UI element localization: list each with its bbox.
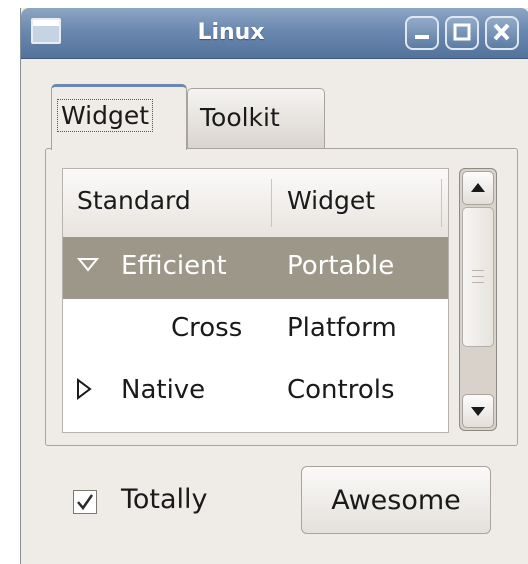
column-divider[interactable]	[271, 179, 272, 227]
thumb-grip	[472, 282, 484, 283]
column-header-widget[interactable]: Widget	[287, 186, 375, 215]
totally-checkbox[interactable]	[73, 490, 97, 514]
awesome-button[interactable]: Awesome	[301, 466, 491, 534]
thumb-grip	[472, 276, 484, 277]
checkbox-label[interactable]: Totally	[121, 484, 208, 515]
tab-toolkit-label: Toolkit	[200, 103, 280, 132]
tree-header: Standard Widget	[63, 169, 448, 238]
maximize-button[interactable]	[445, 16, 479, 50]
window-icon[interactable]	[31, 18, 61, 44]
window-title: Linux	[197, 20, 265, 45]
tab-toolkit[interactable]: Toolkit	[187, 88, 325, 148]
maximize-icon	[453, 23, 471, 41]
collapsed-arrow-icon[interactable]	[75, 377, 93, 401]
close-icon	[493, 23, 510, 41]
tree-cell-widget: Portable	[287, 251, 395, 281]
tree-cell-standard: Efficient	[121, 251, 227, 281]
scroll-down-button[interactable]	[462, 394, 494, 428]
tree-view[interactable]: Standard Widget Efficient Portable Cross…	[62, 168, 449, 433]
tree-cell-standard: Cross	[171, 313, 243, 343]
checkmark-icon	[77, 494, 94, 511]
expanded-arrow-icon[interactable]	[77, 257, 99, 273]
title-bar[interactable]: Linux	[21, 8, 528, 59]
tab-widget-label: Widget	[56, 99, 154, 132]
vertical-scrollbar[interactable]	[459, 168, 497, 431]
thumb-grip	[472, 270, 484, 271]
tree-cell-standard: Native	[121, 375, 206, 405]
column-header-standard[interactable]: Standard	[77, 186, 191, 215]
close-button[interactable]	[485, 16, 519, 50]
tree-row[interactable]: Efficient Portable	[63, 237, 448, 299]
tree-cell-widget: Controls	[287, 375, 395, 405]
minimize-button[interactable]	[405, 16, 439, 50]
scroll-thumb[interactable]	[462, 207, 494, 347]
arrow-down-icon	[471, 407, 485, 416]
tree-row[interactable]: Native Controls	[63, 361, 448, 423]
column-divider[interactable]	[441, 179, 442, 227]
minimize-icon	[415, 35, 429, 39]
scroll-up-button[interactable]	[462, 171, 494, 205]
tree-row[interactable]: Cross Platform	[63, 299, 448, 361]
tree-cell-widget: Platform	[287, 313, 397, 343]
tab-widget[interactable]: Widget	[51, 84, 187, 150]
app-window: Linux Widget Toolkit Standard Widget Eff…	[20, 8, 528, 564]
arrow-up-icon	[471, 183, 485, 192]
